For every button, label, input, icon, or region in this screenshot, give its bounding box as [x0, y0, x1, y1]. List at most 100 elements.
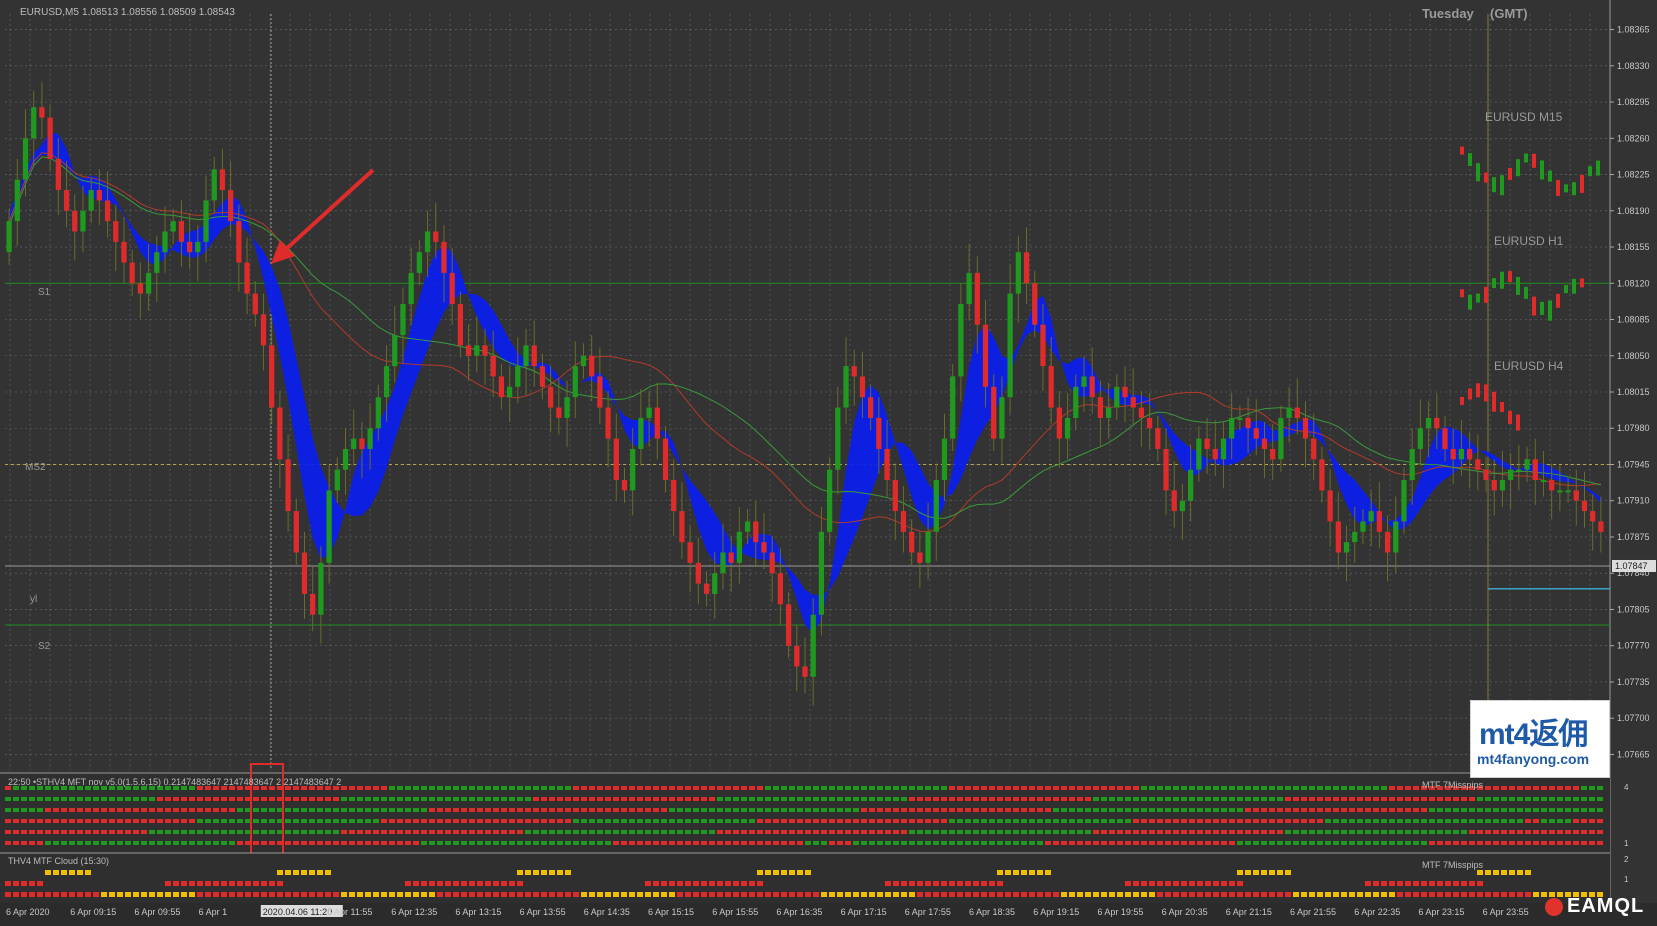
mtf-h1-candle — [1460, 289, 1464, 298]
mtf-h1-candle — [1492, 278, 1496, 289]
indicator1-cell — [517, 841, 523, 845]
indicator1-cell — [869, 819, 875, 823]
indicator1-cell — [293, 819, 299, 823]
indicator1-cell — [1357, 841, 1363, 845]
indicator1-cell — [357, 786, 363, 790]
indicator1-cell — [805, 808, 811, 812]
indicator1-cell — [853, 808, 859, 812]
indicator1-cell — [693, 808, 699, 812]
indicator2-cell — [317, 892, 323, 897]
indicator2-cell — [77, 892, 83, 897]
indicator2-cell — [917, 881, 923, 886]
indicator2-cell — [237, 892, 243, 897]
indicator2-cell — [1245, 892, 1251, 897]
indicator2-cell — [805, 881, 811, 886]
indicator1-cell — [645, 819, 651, 823]
indicator2-cell — [1325, 881, 1331, 886]
indicator2-cell — [1437, 881, 1443, 886]
indicator1-cell — [1221, 830, 1227, 834]
indicator2-cell — [1397, 870, 1403, 875]
indicator1-cell — [1437, 830, 1443, 834]
indicator1-cell — [85, 797, 91, 801]
candle-bear — [39, 107, 45, 118]
mtf-m15-candle — [1516, 159, 1520, 177]
indicator1-cell — [1125, 786, 1131, 790]
indicator1-cell — [613, 819, 619, 823]
indicator1-cell — [1581, 841, 1587, 845]
indicator1-cell — [405, 841, 411, 845]
indicator1-cell — [1013, 786, 1019, 790]
indicator2-cell — [573, 881, 579, 886]
indicator1-cell — [613, 830, 619, 834]
indicator1-cell — [53, 797, 59, 801]
indicator2-cell — [557, 870, 563, 875]
mt4-chart-window[interactable]: 1.08365 1.08330 1.08295 1.08260 1.08225 1.081… — [0, 0, 1657, 921]
indicator2-cell — [845, 870, 851, 875]
indicator2-cell — [757, 870, 763, 875]
indicator1-cell — [821, 819, 827, 823]
price-tick-label: 1.08225 — [1617, 170, 1650, 180]
indicator2-cell — [1205, 881, 1211, 886]
indicator1-cell — [501, 797, 507, 801]
indicator1-cell — [309, 841, 315, 845]
candle-bear — [47, 117, 53, 159]
indicator1-cell — [781, 830, 787, 834]
indicator2-cell — [565, 892, 571, 897]
indicator2-cell — [1389, 870, 1395, 875]
indicator1-cell — [845, 797, 851, 801]
indicator1-cell — [221, 830, 227, 834]
indicator1-cell — [741, 841, 747, 845]
indicator2-cell — [1181, 870, 1187, 875]
indicator1-cell — [1101, 819, 1107, 823]
candle-bear — [1212, 448, 1218, 460]
indicator2-cell — [349, 892, 355, 897]
indicator1-cell — [861, 808, 867, 812]
indicator1-cell — [1501, 841, 1507, 845]
indicator2-cell — [117, 881, 123, 886]
indicator1-cell — [557, 808, 563, 812]
candle-bull — [744, 521, 751, 532]
indicator1-cell — [1037, 786, 1043, 790]
indicator2-cell — [29, 892, 35, 897]
indicator1-cell — [1221, 808, 1227, 812]
indicator1-cell — [1453, 819, 1459, 823]
candle-bear — [1384, 531, 1391, 553]
indicator1-cell — [1181, 797, 1187, 801]
indicator2-cell — [1013, 881, 1019, 886]
indicator1-cell — [957, 786, 963, 790]
candle-bull — [203, 200, 209, 242]
indicator1-cell — [533, 841, 539, 845]
indicator2-cell — [229, 870, 235, 875]
indicator1-cell — [1093, 786, 1099, 790]
indicator2-cell — [1133, 892, 1139, 897]
indicator1-cell — [349, 786, 355, 790]
indicator1-cell — [1213, 830, 1219, 834]
indicator1-cell — [757, 786, 763, 790]
indicator2-cell — [1277, 892, 1283, 897]
indicator1-cell — [453, 797, 459, 801]
indicator2-cell — [1061, 870, 1067, 875]
indicator2-cell — [733, 870, 739, 875]
indicator2-cell — [1069, 892, 1075, 897]
indicator1-cell — [1197, 841, 1203, 845]
indicator1-cell — [533, 819, 539, 823]
indicator1-cell — [1485, 808, 1491, 812]
indicator1-cell — [997, 841, 1003, 845]
indicator1-cell — [1549, 830, 1555, 834]
indicator1-cell — [637, 819, 643, 823]
indicator1-cell — [861, 819, 867, 823]
indicator1-cell — [981, 841, 987, 845]
indicator2-cell — [893, 870, 899, 875]
indicator2-cell — [973, 892, 979, 897]
indicator1-cell — [525, 808, 531, 812]
indicator1-cell — [461, 797, 467, 801]
indicator2-cell — [693, 870, 699, 875]
indicator1-cell — [1269, 841, 1275, 845]
indicator1-cell — [1005, 819, 1011, 823]
indicator1-cell — [1405, 830, 1411, 834]
indicator2-cell — [397, 892, 403, 897]
indicator1-cell — [445, 786, 451, 790]
indicator1-cell — [1573, 808, 1579, 812]
indicator1-cell — [1301, 841, 1307, 845]
indicator1-cell — [1493, 797, 1499, 801]
